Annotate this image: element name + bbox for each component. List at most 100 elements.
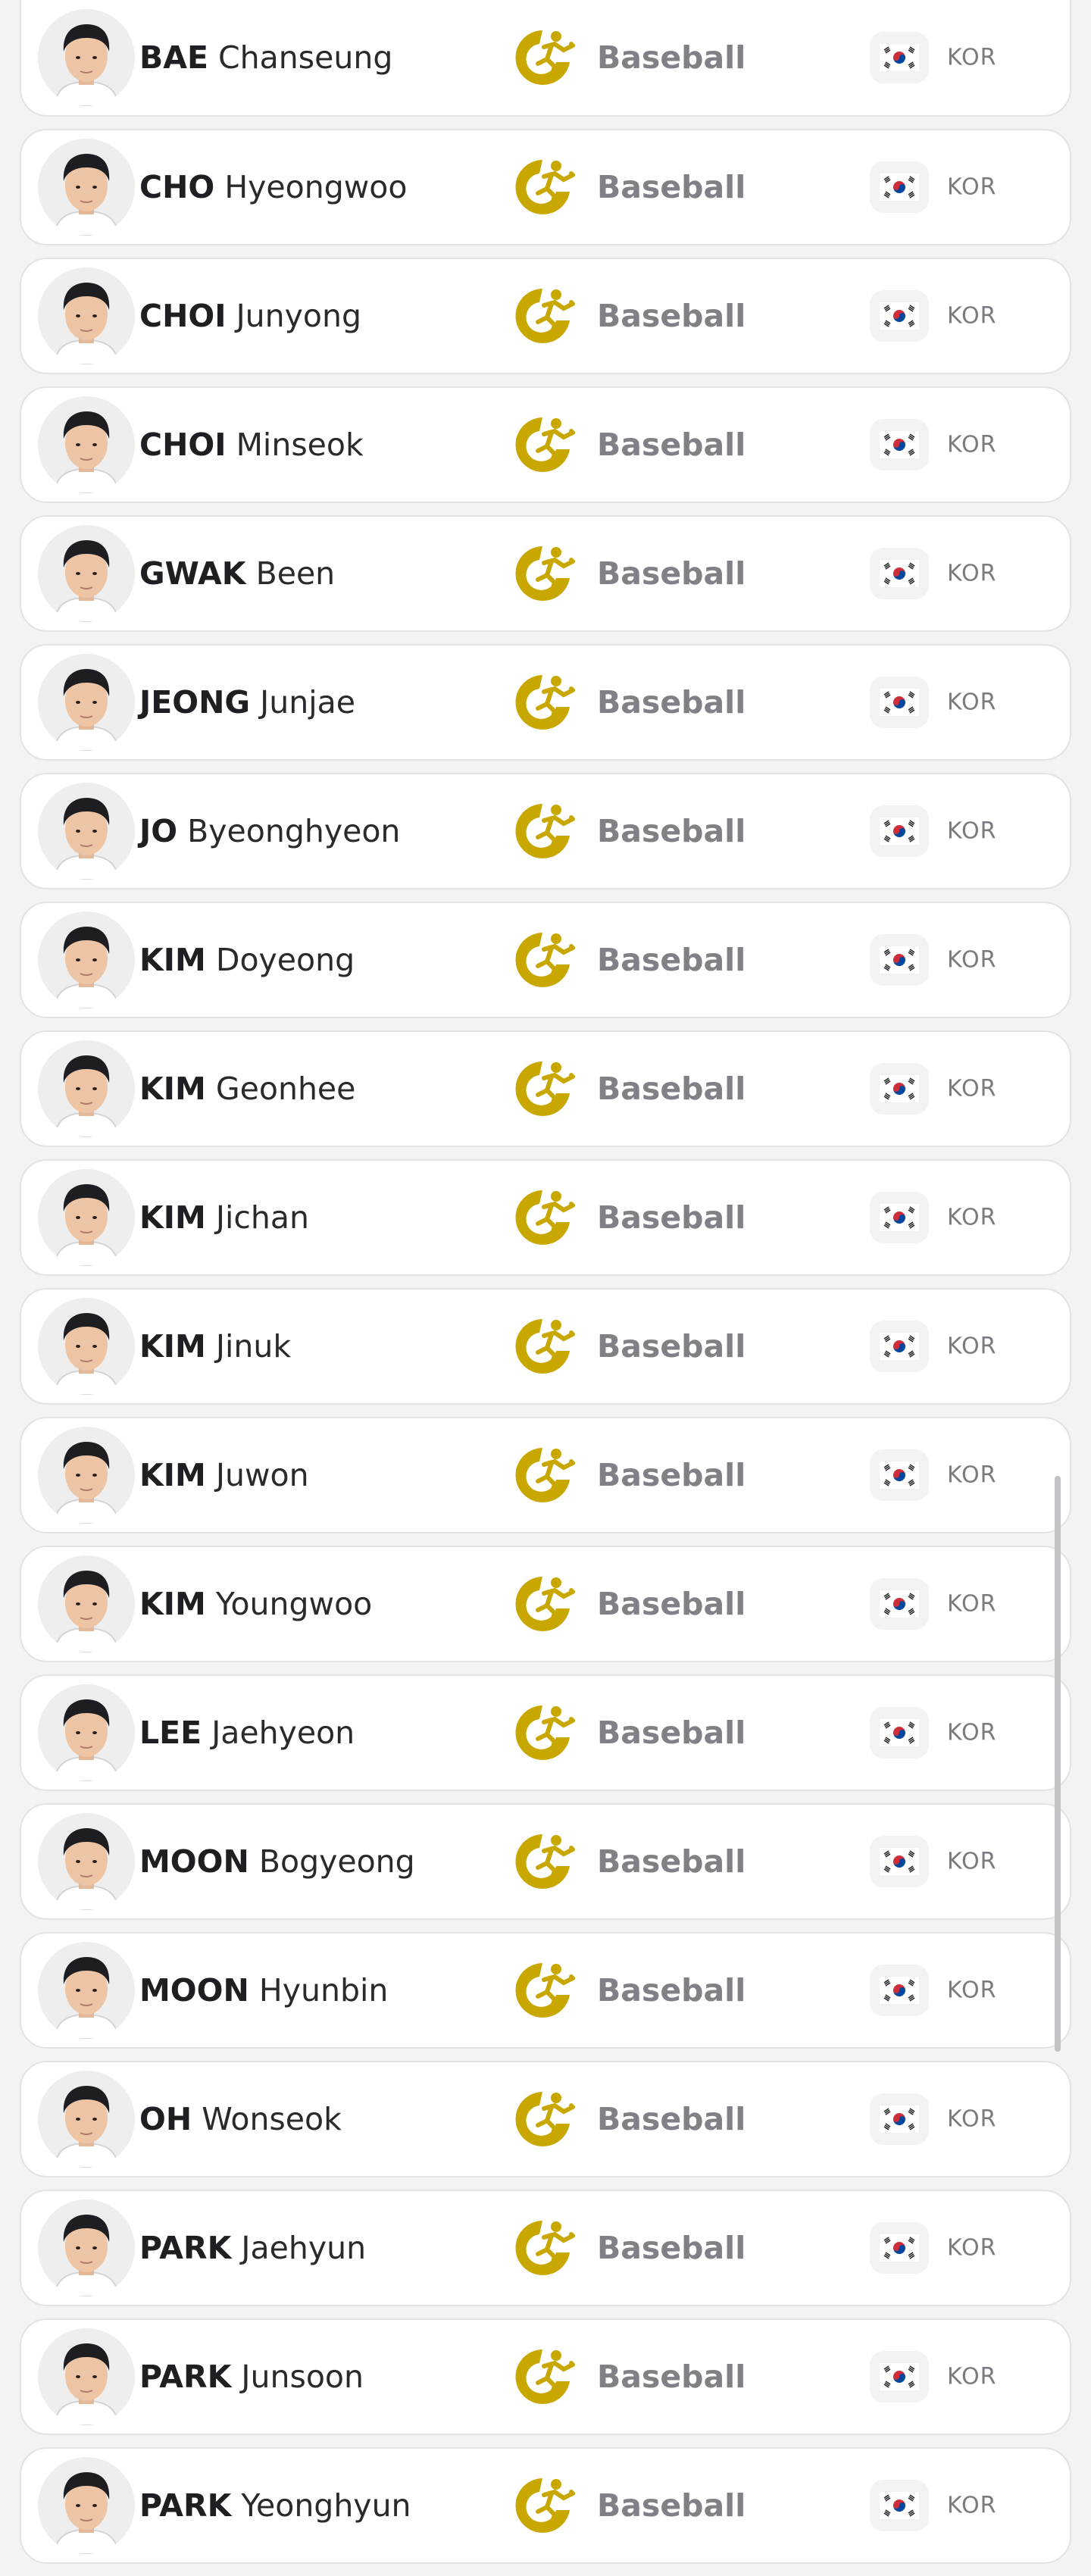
- athlete-name: JEONG Junjae: [139, 684, 355, 721]
- sport-name: Baseball: [597, 1328, 746, 1365]
- athlete-row[interactable]: KIM Jinuk Baseball KOR: [20, 1288, 1071, 1405]
- athlete-avatar: [38, 654, 135, 751]
- scrollbar[interactable]: [1055, 1476, 1061, 2052]
- baseball-icon: [509, 411, 576, 478]
- country-code: KOR: [947, 818, 997, 845]
- country-code: KOR: [947, 2492, 997, 2519]
- athlete-row[interactable]: BAE Chanseung Baseball KOR: [20, 0, 1071, 117]
- athlete-first-name: Hyunbin: [258, 1972, 389, 2009]
- athlete-row[interactable]: CHOI Minseok Baseball KOR: [20, 386, 1071, 503]
- baseball-icon: [509, 154, 576, 220]
- athlete-last-name: CHOI: [139, 427, 227, 463]
- sport-name: Baseball: [597, 1843, 746, 1880]
- athlete-last-name: OH: [139, 2101, 192, 2137]
- country-code: KOR: [947, 1977, 997, 2004]
- athlete-last-name: KIM: [139, 1071, 206, 1107]
- sport-name: Baseball: [597, 298, 746, 334]
- country-code: KOR: [947, 1333, 997, 1360]
- athlete-row[interactable]: LEE Jaehyeon Baseball KOR: [20, 1674, 1071, 1791]
- country-code: KOR: [947, 2234, 997, 2262]
- athlete-row[interactable]: KIM Youngwoo Baseball KOR: [20, 1546, 1071, 1662]
- sport-name: Baseball: [597, 1199, 746, 1236]
- athlete-last-name: CHO: [139, 169, 215, 205]
- athlete-row[interactable]: GWAK Been Baseball KOR: [20, 515, 1071, 632]
- athlete-first-name: Minseok: [236, 427, 364, 463]
- athlete-first-name: Youngwoo: [215, 1586, 373, 1622]
- athlete-name: KIM Jinuk: [139, 1328, 291, 1365]
- athlete-row[interactable]: MOON Hyunbin Baseball KOR: [20, 1932, 1071, 2049]
- sport-name: Baseball: [597, 169, 746, 205]
- sport-name: Baseball: [597, 2101, 746, 2137]
- athlete-name: PARK Junsoon: [139, 2359, 364, 2395]
- athlete-list: BAE Chanseung Baseball KOR CHO Hyeongwoo…: [20, 0, 1071, 2576]
- athlete-first-name: Jichan: [215, 1199, 309, 1236]
- korea-flag-icon: [870, 1578, 929, 1630]
- athlete-row[interactable]: KIM Doyeong Baseball KOR: [20, 902, 1071, 1018]
- athlete-row[interactable]: CHOI Junyong Baseball KOR: [20, 258, 1071, 374]
- country-code: KOR: [947, 44, 997, 71]
- baseball-icon: [509, 540, 576, 607]
- baseball-icon: [509, 1442, 576, 1508]
- athlete-name: MOON Hyunbin: [139, 1972, 388, 2009]
- athlete-name: CHO Hyeongwoo: [139, 169, 407, 205]
- korea-flag-icon: [870, 1449, 929, 1501]
- country-code: KOR: [947, 1848, 997, 1875]
- baseball-icon: [509, 283, 576, 349]
- athlete-first-name: Chanseung: [218, 39, 393, 76]
- sport-name: Baseball: [597, 1071, 746, 1107]
- athlete-first-name: Jaehyeon: [211, 1715, 355, 1751]
- baseball-icon: [509, 669, 576, 736]
- athlete-last-name: MOON: [139, 1972, 249, 2009]
- athlete-last-name: KIM: [139, 1199, 206, 1236]
- athlete-row[interactable]: OH Wonseok Baseball KOR: [20, 2061, 1071, 2177]
- sport-name: Baseball: [597, 813, 746, 849]
- athlete-avatar: [38, 1555, 135, 1652]
- country-code: KOR: [947, 946, 997, 974]
- athlete-name: KIM Geonhee: [139, 1071, 355, 1107]
- baseball-icon: [509, 2086, 576, 2152]
- athlete-row[interactable]: PARK Jaehyun Baseball KOR: [20, 2190, 1071, 2306]
- athlete-row[interactable]: MOON Bogyeong Baseball KOR: [20, 1803, 1071, 1920]
- athlete-name: PARK Yeonghyun: [139, 2487, 411, 2524]
- country-code: KOR: [947, 2363, 997, 2390]
- athlete-avatar: [38, 1813, 135, 1910]
- athlete-last-name: PARK: [139, 2359, 232, 2395]
- sport-name: Baseball: [597, 1586, 746, 1622]
- korea-flag-icon: [870, 1321, 929, 1372]
- athlete-last-name: KIM: [139, 942, 206, 978]
- athlete-avatar: [38, 2071, 135, 2168]
- athlete-last-name: JEONG: [139, 684, 251, 721]
- athlete-row[interactable]: PARK Junsoon Baseball KOR: [20, 2318, 1071, 2435]
- athlete-row[interactable]: KIM Juwon Baseball KOR: [20, 1417, 1071, 1533]
- athlete-avatar: [38, 396, 135, 493]
- athlete-last-name: JO: [139, 813, 178, 849]
- athlete-name: CHOI Junyong: [139, 298, 361, 334]
- athlete-row[interactable]: KIM Jichan Baseball KOR: [20, 1159, 1071, 1276]
- athlete-last-name: KIM: [139, 1457, 206, 1493]
- athlete-name: OH Wonseok: [139, 2101, 342, 2137]
- athlete-row[interactable]: PARK Yeonghyun Baseball KOR: [20, 2447, 1071, 2564]
- athlete-row[interactable]: JEONG Junjae Baseball KOR: [20, 644, 1071, 761]
- athlete-first-name: Bogyeong: [258, 1843, 415, 1880]
- athlete-avatar: [38, 1040, 135, 1137]
- korea-flag-icon: [870, 2480, 929, 2531]
- country-code: KOR: [947, 431, 997, 458]
- country-code: KOR: [947, 1462, 997, 1489]
- sport-name: Baseball: [597, 39, 746, 76]
- athlete-row[interactable]: JO Byeonghyeon Baseball KOR: [20, 773, 1071, 889]
- korea-flag-icon: [870, 2351, 929, 2402]
- baseball-icon: [509, 1828, 576, 1895]
- athlete-last-name: LEE: [139, 1715, 202, 1751]
- athlete-last-name: PARK: [139, 2487, 232, 2524]
- athlete-avatar: [38, 1298, 135, 1395]
- korea-flag-icon: [870, 1965, 929, 2016]
- country-code: KOR: [947, 1204, 997, 1231]
- athlete-avatar: [38, 2328, 135, 2425]
- athlete-row[interactable]: CHO Hyeongwoo Baseball KOR: [20, 129, 1071, 245]
- country-code: KOR: [947, 174, 997, 201]
- athlete-name: KIM Doyeong: [139, 942, 355, 978]
- athlete-row[interactable]: KIM Geonhee Baseball KOR: [20, 1030, 1071, 1147]
- athlete-first-name: Junyong: [236, 298, 361, 334]
- athlete-name: CHOI Minseok: [139, 427, 364, 463]
- athlete-first-name: Jinuk: [215, 1328, 292, 1365]
